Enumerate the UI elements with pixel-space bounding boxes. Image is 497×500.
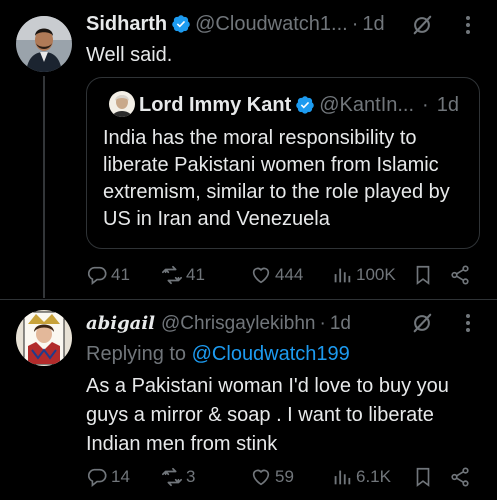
reply-icon [87, 468, 107, 487]
like-count: 444 [275, 265, 304, 284]
bookmark-icon [416, 467, 430, 487]
share-icon [451, 467, 469, 487]
quote-timestamp[interactable]: 1d [437, 93, 459, 117]
tweet-sidharth[interactable]: Sidharth @Cloudwatch1... · 1d Well said.… [0, 0, 497, 300]
views-button[interactable]: 100K [331, 264, 396, 286]
replying-to-link[interactable]: @Cloudwatch199 [192, 343, 350, 365]
like-button[interactable]: 444 [250, 264, 303, 286]
reply-button[interactable]: 41 [86, 264, 130, 286]
tweet-text: As a Pakistani woman I'd love to buy you… [86, 375, 449, 455]
reply-count: 14 [111, 467, 130, 486]
quote-author-handle[interactable]: @KantIn... [319, 93, 414, 117]
repost-icon [162, 467, 182, 487]
like-count: 59 [275, 467, 294, 486]
author-handle[interactable]: @Cloudwatch1... [195, 12, 348, 36]
like-button[interactable]: 59 [250, 466, 294, 488]
avatar-sidharth[interactable] [16, 16, 72, 72]
bookmark-button[interactable] [412, 264, 434, 286]
avatar-abigail[interactable] [16, 310, 72, 366]
author-name[interactable]: Sidharth [86, 12, 167, 36]
more-icon[interactable] [458, 312, 478, 334]
tweet-text: Well said. [86, 44, 173, 66]
separator-dot: · [319, 313, 326, 334]
share-button[interactable] [449, 264, 471, 286]
tweet1-header: Sidharth @Cloudwatch1... · 1d [86, 12, 385, 36]
replying-prefix: Replying to [86, 343, 187, 365]
views-icon [334, 268, 351, 283]
views-count: 100K [356, 265, 396, 284]
replying-to: Replying to @Cloudwatch199 [86, 341, 476, 367]
views-button[interactable]: 6.1K [331, 466, 391, 488]
author-name[interactable]: abigail [86, 312, 155, 336]
reply-count: 41 [111, 265, 130, 284]
views-count: 6.1K [356, 467, 391, 486]
share-button[interactable] [449, 466, 471, 488]
repost-count: 3 [186, 467, 196, 486]
timestamp[interactable]: 1d [330, 312, 351, 336]
timestamp[interactable]: 1d [362, 12, 384, 36]
bookmark-icon [416, 265, 430, 285]
verified-badge-icon [172, 15, 190, 33]
separator-dot: · [422, 94, 429, 116]
grok-icon[interactable] [411, 14, 433, 36]
reply-icon [87, 266, 107, 285]
verified-badge-icon [296, 96, 314, 114]
bookmark-button[interactable] [412, 466, 434, 488]
like-icon [252, 267, 270, 284]
repost-button[interactable]: 3 [161, 466, 195, 488]
quote-text: India has the moral responsibility to li… [103, 127, 450, 230]
tweet1-actions: 41 41 444 100K [86, 264, 480, 288]
separator-dot: · [351, 13, 359, 35]
share-icon [451, 265, 469, 285]
grok-icon[interactable] [411, 312, 433, 334]
views-icon [334, 470, 351, 485]
reply-button[interactable]: 14 [86, 466, 130, 488]
quote-author-name[interactable]: Lord Immy Kant [139, 93, 291, 117]
more-icon[interactable] [458, 14, 478, 36]
avatar-lord-immy-kant[interactable] [109, 91, 135, 117]
author-handle[interactable]: @Chrisgaylekibhn [161, 312, 315, 336]
quoted-tweet[interactable]: Lord Immy Kant @KantIn... · 1d India has… [86, 77, 480, 249]
like-icon [252, 469, 270, 486]
tweet-abigail[interactable]: abigail @Chrisgaylekibhn · 1d Replying t… [0, 300, 497, 500]
repost-button[interactable]: 41 [161, 264, 205, 286]
repost-icon [162, 265, 182, 285]
tweet2-header: abigail @Chrisgaylekibhn · 1d [86, 312, 351, 336]
quote-header: Lord Immy Kant @KantIn... · 1d [139, 93, 459, 117]
tweet2-actions: 14 3 59 6.1K [86, 466, 480, 490]
repost-count: 41 [186, 265, 205, 284]
